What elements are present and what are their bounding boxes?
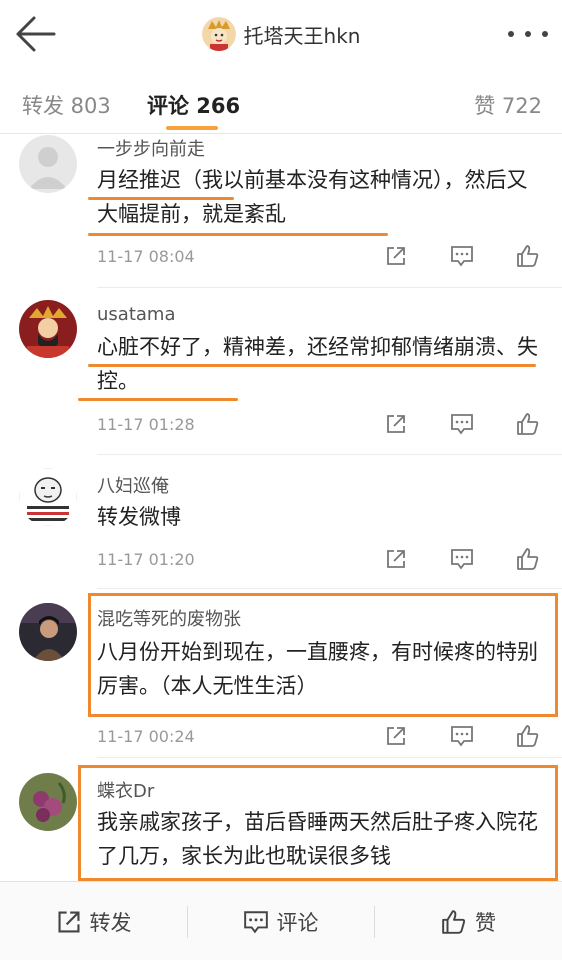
divider xyxy=(97,454,562,455)
comment-item: 混吃等死的废物张 八月份开始到现在，一直腰疼，有时候疼的特别厉害。（本人无性生活… xyxy=(0,593,562,758)
bottom-action-bar: 转发 评论 赞 xyxy=(0,881,562,960)
comment-button[interactable] xyxy=(448,242,476,270)
comment-item: 八妇巡俺 转发微博 11-17 01:20 xyxy=(0,468,562,593)
comment-icon xyxy=(451,549,473,570)
share-button[interactable] xyxy=(382,545,410,573)
avatar[interactable] xyxy=(19,135,77,193)
comment-list: 一步步向前走 月经推迟（我以前基本没有这种情况），然后又大幅提前，就是紊乱 11… xyxy=(0,135,562,881)
comment-actions xyxy=(382,544,542,574)
like-action-button[interactable]: 赞 xyxy=(375,882,562,960)
like-button[interactable] xyxy=(514,410,542,438)
like-icon xyxy=(517,725,539,747)
comment-time: 11-17 00:24 xyxy=(97,727,195,746)
tab-bar: 转发 803 评论 266 赞 722 xyxy=(0,68,562,134)
comment-icon xyxy=(451,726,473,747)
more-icon xyxy=(508,31,514,37)
comment-time: 11-17 08:04 xyxy=(97,247,195,266)
comment-actions xyxy=(382,409,542,439)
comment-username[interactable]: 混吃等死的废物张 xyxy=(97,605,241,631)
repost-button[interactable]: 转发 xyxy=(0,882,187,960)
comment-button[interactable] xyxy=(448,410,476,438)
comment-button[interactable] xyxy=(448,545,476,573)
avatar[interactable] xyxy=(19,300,77,358)
comment-username[interactable]: 一步步向前走 xyxy=(97,135,205,161)
like-icon xyxy=(517,413,539,435)
avatar[interactable] xyxy=(19,773,77,831)
share-button[interactable] xyxy=(382,410,410,438)
share-button[interactable] xyxy=(382,722,410,750)
tab-repost[interactable]: 转发 803 xyxy=(22,90,111,120)
comment-text: 我亲戚家孩子，苗后昏睡两天然后肚子疼入院花了几万，家长为此也耽误很多钱 xyxy=(97,810,538,868)
comment-button[interactable] xyxy=(448,722,476,750)
avatar[interactable] xyxy=(19,468,77,526)
comment-username[interactable]: usatama xyxy=(97,304,175,325)
active-tab-indicator xyxy=(166,126,218,130)
comment-item: usatama 心脏不好了，精神差，还经常抑郁情绪崩溃、失控。 11-17 01… xyxy=(0,300,562,460)
highlight-underline xyxy=(88,233,388,236)
comment-action-button[interactable]: 评论 xyxy=(187,882,374,960)
share-icon xyxy=(387,415,405,433)
comment-icon xyxy=(451,414,473,435)
tab-comment[interactable]: 评论 266 xyxy=(147,90,240,120)
highlight-underline xyxy=(78,398,238,401)
share-button[interactable] xyxy=(382,242,410,270)
top-bar: 托塔天王hkn xyxy=(0,0,562,68)
comment-username[interactable]: 蝶衣Dr xyxy=(97,777,154,803)
tab-like[interactable]: 赞 722 xyxy=(474,90,542,120)
comment-icon xyxy=(451,246,473,267)
comment-time: 11-17 01:28 xyxy=(97,415,195,434)
more-button[interactable] xyxy=(508,22,548,46)
like-icon xyxy=(442,909,466,934)
comment-text: 转发微博 xyxy=(97,505,181,529)
repost-label: 转发 xyxy=(89,910,132,935)
comment-actions xyxy=(382,241,542,271)
like-button[interactable] xyxy=(514,242,542,270)
divider xyxy=(97,588,562,589)
share-icon xyxy=(387,550,405,568)
highlight-underline xyxy=(88,197,234,200)
comment-icon xyxy=(243,910,268,933)
comment-text: 八月份开始到现在，一直腰疼，有时候疼的特别厉害。（本人无性生活） xyxy=(97,640,538,698)
like-button[interactable] xyxy=(514,545,542,573)
comment-item: 蝶衣Dr 我亲戚家孩子，苗后昏睡两天然后肚子疼入院花了几万，家长为此也耽误很多钱 xyxy=(0,765,562,881)
comment-item: 一步步向前走 月经推迟（我以前基本没有这种情况），然后又大幅提前，就是紊乱 11… xyxy=(0,135,562,295)
share-icon xyxy=(387,727,405,745)
page-title: 托塔天王hkn xyxy=(243,23,361,48)
comment-actions xyxy=(382,721,542,751)
author-avatar[interactable] xyxy=(201,17,236,51)
share-icon xyxy=(387,247,405,265)
share-icon xyxy=(57,910,80,933)
comment-time: 11-17 01:20 xyxy=(97,550,195,569)
divider xyxy=(97,287,562,288)
like-icon xyxy=(517,548,539,570)
like-button[interactable] xyxy=(514,722,542,750)
avatar[interactable] xyxy=(19,603,77,661)
title-area[interactable]: 托塔天王hkn xyxy=(0,14,562,54)
comment-username[interactable]: 八妇巡俺 xyxy=(97,472,169,498)
comment-label: 评论 xyxy=(276,910,319,935)
like-icon xyxy=(517,245,539,267)
highlight-underline xyxy=(88,364,536,367)
divider xyxy=(97,757,562,758)
like-label: 赞 xyxy=(475,910,496,935)
